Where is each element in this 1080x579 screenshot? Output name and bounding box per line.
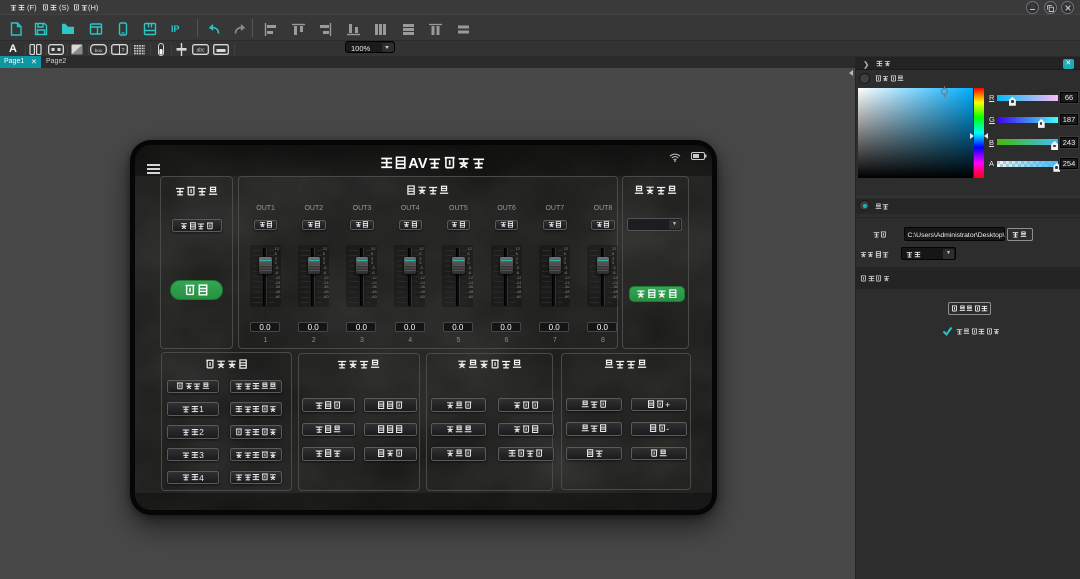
svg-text:abc: abc bbox=[196, 48, 205, 54]
svg-text:?: ? bbox=[122, 48, 125, 54]
svg-text:box: box bbox=[95, 48, 103, 53]
